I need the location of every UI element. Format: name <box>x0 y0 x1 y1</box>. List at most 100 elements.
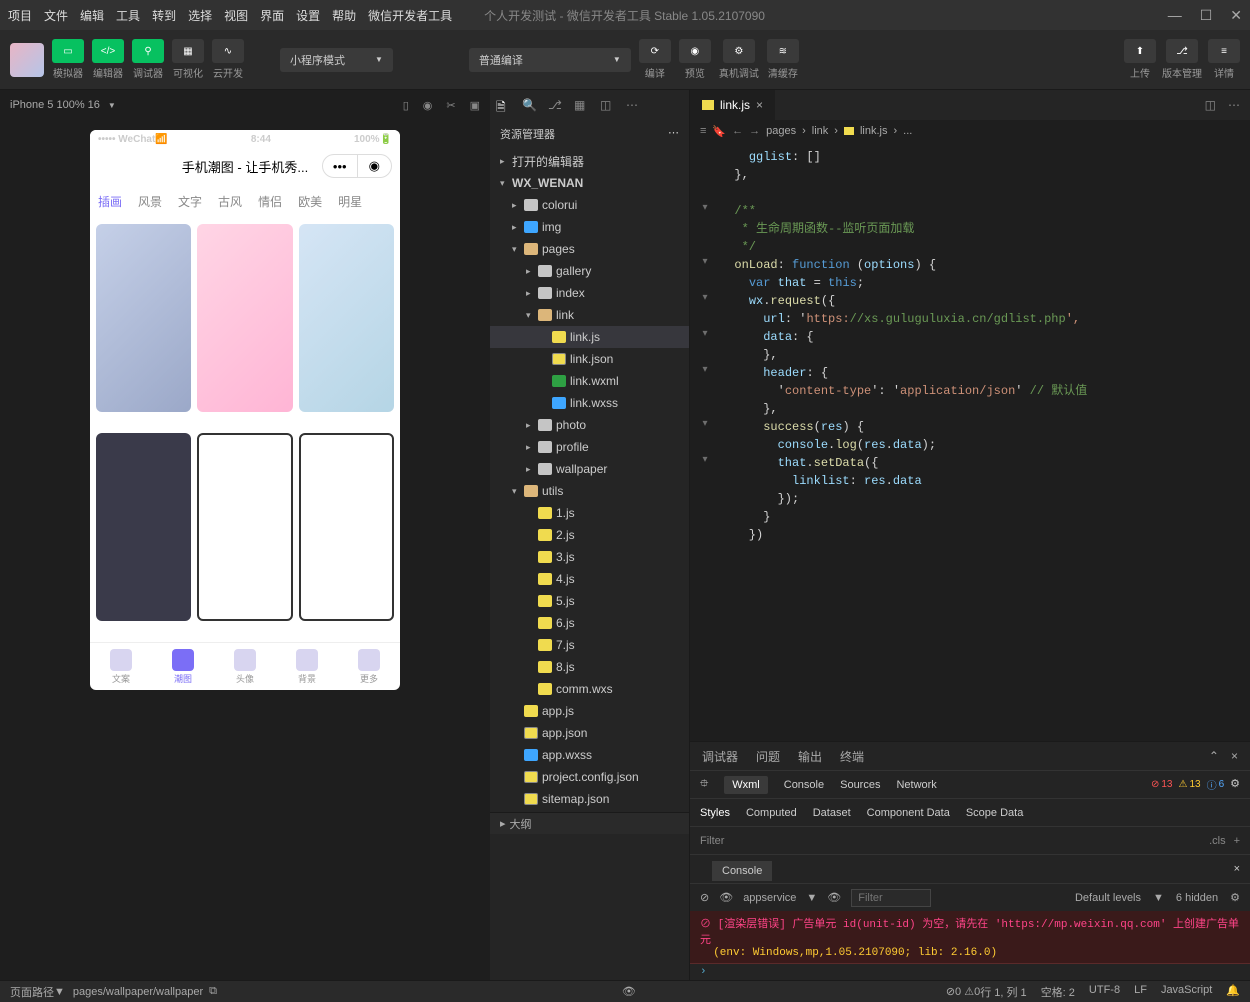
wallpaper-thumb[interactable] <box>299 224 394 412</box>
style-tab[interactable]: Computed <box>746 807 797 819</box>
tree-file[interactable]: app.js <box>490 700 689 722</box>
capsule-close-icon[interactable]: ◉ <box>357 155 392 177</box>
wallpaper-thumb[interactable] <box>197 433 292 621</box>
tree-section[interactable]: ▸打开的编辑器 <box>490 150 689 172</box>
category-tab[interactable]: 文字 <box>178 193 202 210</box>
device-icon[interactable]: ▯ <box>403 99 409 112</box>
levels-dropdown[interactable]: Default levels <box>1075 892 1141 904</box>
category-tab[interactable]: 古风 <box>218 193 242 210</box>
clear-icon[interactable]: ⊘ <box>700 891 709 904</box>
copy-icon[interactable]: ⧉ <box>209 985 217 998</box>
explorer-more-icon[interactable]: ⋯ <box>668 126 679 142</box>
panel-tab[interactable]: Wxml <box>724 776 768 794</box>
info-badge[interactable]: ⓘ6 <box>1207 777 1225 792</box>
gear-icon[interactable]: ⚙ <box>1230 891 1240 904</box>
menu-item[interactable]: 转到 <box>152 7 176 24</box>
code-editor[interactable]: ▾▾▾▾▾▾▾ gglist: [] }, /** * 生命周期函数--监听页面… <box>690 142 1250 741</box>
visual-button[interactable]: ▦ <box>172 39 204 63</box>
menu-item[interactable]: 界面 <box>260 7 284 24</box>
console-prompt[interactable]: › <box>690 964 1250 980</box>
phone-simulator[interactable]: ••••• WeChat📶 8:44 100%🔋 手机潮图 - 让手机秀... … <box>90 130 400 690</box>
hidden-count[interactable]: 6 hidden <box>1176 892 1218 904</box>
wallpaper-thumb[interactable] <box>96 224 191 412</box>
category-tab[interactable]: 情侣 <box>258 193 282 210</box>
problems-badge[interactable]: ⊘0 ⚠0 <box>946 985 980 998</box>
minimize-icon[interactable]: — <box>1168 7 1182 24</box>
tree-file[interactable]: sitemap.json <box>490 788 689 810</box>
details-button[interactable]: ≡ <box>1208 39 1240 63</box>
search-icon[interactable]: 🔍 <box>522 98 536 112</box>
menu-item[interactable]: 视图 <box>224 7 248 24</box>
cls-toggle[interactable]: .cls <box>1209 835 1226 847</box>
tree-file[interactable]: 3.js <box>490 546 689 568</box>
style-tab[interactable]: Scope Data <box>966 807 1023 819</box>
close-tab-icon[interactable]: × <box>756 98 763 112</box>
tree-folder[interactable]: ▸colorui <box>490 194 689 216</box>
bell-icon[interactable]: 🔔 <box>1226 984 1240 1000</box>
error-badge[interactable]: ⊘13 <box>1151 777 1173 792</box>
category-tab[interactable]: 欧美 <box>298 193 322 210</box>
capsule-menu-icon[interactable]: ••• <box>323 155 357 177</box>
tabbar-item[interactable]: 更多 <box>338 643 400 690</box>
devtools-tab[interactable]: 调试器 <box>702 748 738 765</box>
tree-file[interactable]: link.js <box>490 326 689 348</box>
menu-item[interactable]: 微信开发者工具 <box>368 7 452 24</box>
close-icon[interactable]: × <box>1234 863 1240 875</box>
tree-file[interactable]: app.json <box>490 722 689 744</box>
category-tab[interactable]: 明星 <box>338 193 362 210</box>
filter-input[interactable]: Filter <box>700 835 724 847</box>
tree-folder[interactable]: ▾pages <box>490 238 689 260</box>
close-icon[interactable]: × <box>1231 749 1238 763</box>
devtools-tab[interactable]: 终端 <box>840 748 864 765</box>
tree-file[interactable]: link.wxss <box>490 392 689 414</box>
menu-item[interactable]: 设置 <box>296 7 320 24</box>
page-path[interactable]: pages/wallpaper/wallpaper <box>73 986 203 998</box>
tabbar-item[interactable]: 背景 <box>276 643 338 690</box>
tabbar-item[interactable]: 文案 <box>90 643 152 690</box>
wallpaper-thumb[interactable] <box>197 224 292 412</box>
tree-file[interactable]: 5.js <box>490 590 689 612</box>
upload-button[interactable]: ⬆ <box>1124 39 1156 63</box>
compile-button[interactable]: ⟳ <box>639 39 671 63</box>
editor-button[interactable]: </> <box>92 39 124 63</box>
split-icon[interactable]: ◫ <box>1205 98 1216 112</box>
eye-icon[interactable]: 👁 <box>719 891 733 904</box>
files-icon[interactable]: 🗎 <box>496 98 510 112</box>
panel-tab[interactable]: Console <box>784 779 824 791</box>
devtools-tab[interactable]: 问题 <box>756 748 780 765</box>
style-tab[interactable]: Styles <box>700 807 730 819</box>
compile-dropdown[interactable]: 普通编译▼ <box>469 48 631 72</box>
outline-label[interactable]: 大纲 <box>510 816 532 832</box>
wallpaper-thumb[interactable] <box>299 433 394 621</box>
grid-icon[interactable]: ▦ <box>574 98 588 112</box>
menu-item[interactable]: 编辑 <box>80 7 104 24</box>
branch-icon[interactable]: ⎇ <box>548 98 562 112</box>
tree-file[interactable]: app.wxss <box>490 744 689 766</box>
debugger-button[interactable]: ⚲ <box>132 39 164 63</box>
menu-item[interactable]: 工具 <box>116 7 140 24</box>
style-tab[interactable]: Component Data <box>867 807 950 819</box>
page-path-label[interactable]: 页面路径 <box>10 984 54 1000</box>
tabbar-item[interactable]: 潮图 <box>152 643 214 690</box>
tree-folder[interactable]: ▸profile <box>490 436 689 458</box>
menu-item[interactable]: 帮助 <box>332 7 356 24</box>
layers-icon[interactable]: ▣ <box>470 99 480 112</box>
tree-file[interactable]: 6.js <box>490 612 689 634</box>
menu-item[interactable]: 项目 <box>8 7 32 24</box>
cloud-button[interactable]: ∿ <box>212 39 244 63</box>
tree-file[interactable]: link.wxml <box>490 370 689 392</box>
filter-input[interactable] <box>851 889 931 907</box>
gear-icon[interactable]: ⚙ <box>1230 777 1240 792</box>
tree-folder[interactable]: ▸photo <box>490 414 689 436</box>
tree-file[interactable]: comm.wxs <box>490 678 689 700</box>
tree-file[interactable]: 1.js <box>490 502 689 524</box>
eol-label[interactable]: LF <box>1134 984 1147 1000</box>
devtools-tab[interactable]: 输出 <box>798 748 822 765</box>
clear-cache-button[interactable]: ≋ <box>767 39 799 63</box>
more-icon[interactable]: ⋯ <box>626 98 640 112</box>
tree-file[interactable]: 2.js <box>490 524 689 546</box>
tree-folder[interactable]: ▾link <box>490 304 689 326</box>
version-button[interactable]: ⎇ <box>1166 39 1198 63</box>
panel-tab[interactable]: Sources <box>840 779 880 791</box>
warn-badge[interactable]: ⚠13 <box>1178 777 1200 792</box>
